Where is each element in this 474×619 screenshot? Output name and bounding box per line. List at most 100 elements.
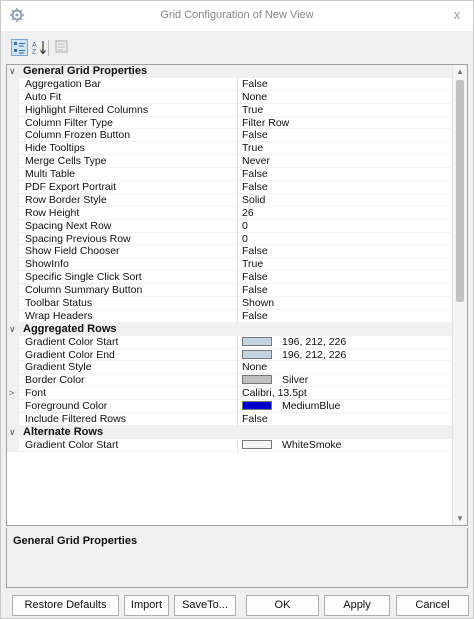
description-title: General Grid Properties (13, 535, 138, 547)
property-value[interactable]: False (237, 284, 452, 298)
categorized-view-button[interactable] (11, 39, 28, 56)
row-margin (7, 309, 19, 322)
vertical-scrollbar[interactable]: ▲ ▼ (452, 65, 467, 525)
property-name: Border Color (25, 374, 85, 387)
property-row[interactable]: Merge Cells Type Never (7, 155, 452, 169)
property-row[interactable]: Foreground Color MediumBlue (7, 400, 452, 414)
property-row[interactable]: Column Frozen Button False (7, 129, 452, 143)
property-row[interactable]: Hide Tooltips True (7, 142, 452, 156)
property-row[interactable]: Auto Fit None (7, 90, 452, 104)
property-grid[interactable]: ∨ General Grid Properties Aggregation Bar F… (6, 64, 468, 526)
property-value-text: 0 (242, 232, 248, 245)
property-row[interactable]: Gradient Color Start WhiteSmoke (7, 438, 452, 452)
property-row[interactable]: > Font Calibri, 13.5pt (7, 387, 452, 401)
cancel-button[interactable]: Cancel (396, 595, 469, 616)
property-row[interactable]: Gradient Color Start 196, 212, 226 (7, 335, 452, 349)
property-value[interactable]: None (237, 361, 452, 375)
property-value[interactable]: False (237, 413, 452, 426)
property-row[interactable]: Include Filtered Rows False (7, 413, 452, 426)
property-row[interactable]: Specific Single Click Sort False (7, 271, 452, 285)
property-value-text: False (242, 271, 268, 284)
property-value[interactable]: Never (237, 155, 452, 169)
chevron-right-icon[interactable]: > (9, 387, 19, 400)
property-row[interactable]: Spacing Previous Row 0 (7, 232, 452, 246)
property-value[interactable]: False (237, 181, 452, 194)
row-margin (7, 297, 19, 309)
import-button[interactable]: Import (124, 595, 169, 616)
property-value[interactable]: True (237, 103, 452, 117)
row-margin (7, 103, 19, 116)
restore-defaults-button[interactable]: Restore Defaults (12, 595, 119, 616)
property-row[interactable]: Row Height 26 (7, 206, 452, 220)
property-row[interactable]: PDF Export Portrait False (7, 181, 452, 194)
ok-button[interactable]: OK (246, 595, 319, 616)
property-value-text: MediumBlue (282, 400, 341, 413)
chevron-down-icon[interactable]: ∨ (9, 65, 19, 78)
property-value[interactable]: WhiteSmoke (237, 438, 452, 452)
property-value[interactable]: 196, 212, 226 (237, 335, 452, 349)
property-value[interactable]: False (237, 129, 452, 143)
scroll-up-arrow-icon[interactable]: ▲ (456, 67, 464, 76)
property-row[interactable]: Border Color Silver (7, 374, 452, 388)
property-name: Highlight Filtered Columns (25, 103, 149, 116)
property-row[interactable]: Spacing Next Row 0 (7, 219, 452, 233)
scroll-down-arrow-icon[interactable]: ▼ (456, 514, 464, 523)
property-value[interactable]: True (237, 258, 452, 272)
category-row[interactable]: ∨ General Grid Properties (7, 65, 452, 78)
category-label: General Grid Properties (23, 65, 148, 77)
property-row[interactable]: Multi Table False (7, 168, 452, 182)
property-row[interactable]: ShowInfo True (7, 258, 452, 272)
category-label: Aggregated Rows (23, 322, 117, 335)
property-row[interactable]: Highlight Filtered Columns True (7, 103, 452, 117)
property-value[interactable]: 0 (237, 219, 452, 233)
property-pages-button[interactable] (54, 39, 71, 56)
property-value-text: Shown (242, 297, 275, 310)
property-value-text: Calibri, 13.5pt (242, 387, 307, 400)
property-row[interactable]: Row Border Style Solid (7, 193, 452, 207)
category-row[interactable]: ∨ Alternate Rows (7, 425, 452, 439)
property-value[interactable]: Solid (237, 193, 452, 207)
property-value[interactable]: None (237, 90, 452, 104)
property-value[interactable]: False (237, 245, 452, 259)
property-name: Row Border Style (25, 193, 107, 206)
property-value[interactable]: True (237, 142, 452, 156)
toolbar-separator (48, 40, 49, 56)
property-value-text: True (242, 103, 264, 116)
property-value[interactable]: False (237, 168, 452, 182)
property-row[interactable]: Gradient Style None (7, 361, 452, 375)
alphabetical-view-button[interactable]: A Z (31, 39, 48, 56)
scrollbar-thumb[interactable] (456, 80, 464, 302)
property-value-text: Never (242, 155, 271, 168)
save-to-button[interactable]: SaveTo... (174, 595, 236, 616)
category-row[interactable]: ∨ Aggregated Rows (7, 322, 452, 336)
property-value-text: 26 (242, 206, 254, 219)
property-row[interactable]: Aggregation Bar False (7, 77, 452, 91)
chevron-down-icon[interactable]: ∨ (9, 323, 19, 336)
row-margin: > (7, 387, 19, 400)
property-value[interactable]: False (237, 77, 452, 91)
property-value-text: Silver (282, 374, 309, 387)
property-value[interactable]: 0 (237, 232, 452, 246)
property-value[interactable]: Calibri, 13.5pt (237, 387, 452, 401)
close-button[interactable]: x (449, 6, 465, 24)
property-row[interactable]: Show Field Chooser False (7, 245, 452, 259)
property-value[interactable]: Shown (237, 297, 452, 310)
property-value[interactable]: Filter Row (237, 116, 452, 130)
color-swatch (242, 336, 272, 346)
property-row[interactable]: Toolbar Status Shown (7, 297, 452, 310)
property-value[interactable]: Silver (237, 374, 452, 388)
property-value[interactable]: False (237, 271, 452, 285)
color-swatch (242, 349, 272, 359)
property-row[interactable]: Column Summary Button False (7, 284, 452, 298)
property-value[interactable]: 26 (237, 206, 452, 220)
apply-button[interactable]: Apply (324, 595, 390, 616)
chevron-down-icon[interactable]: ∨ (9, 426, 19, 439)
property-row[interactable]: Column Filter Type Filter Row (7, 116, 452, 130)
property-value[interactable]: False (237, 309, 452, 323)
property-name: Gradient Style (25, 361, 92, 374)
property-value[interactable]: 196, 212, 226 (237, 348, 452, 362)
property-row[interactable]: Gradient Color End 196, 212, 226 (7, 348, 452, 362)
property-value[interactable]: MediumBlue (237, 400, 452, 414)
title-bar: Grid Configuration of New View x (1, 1, 473, 31)
property-row[interactable]: Wrap Headers False (7, 309, 452, 323)
